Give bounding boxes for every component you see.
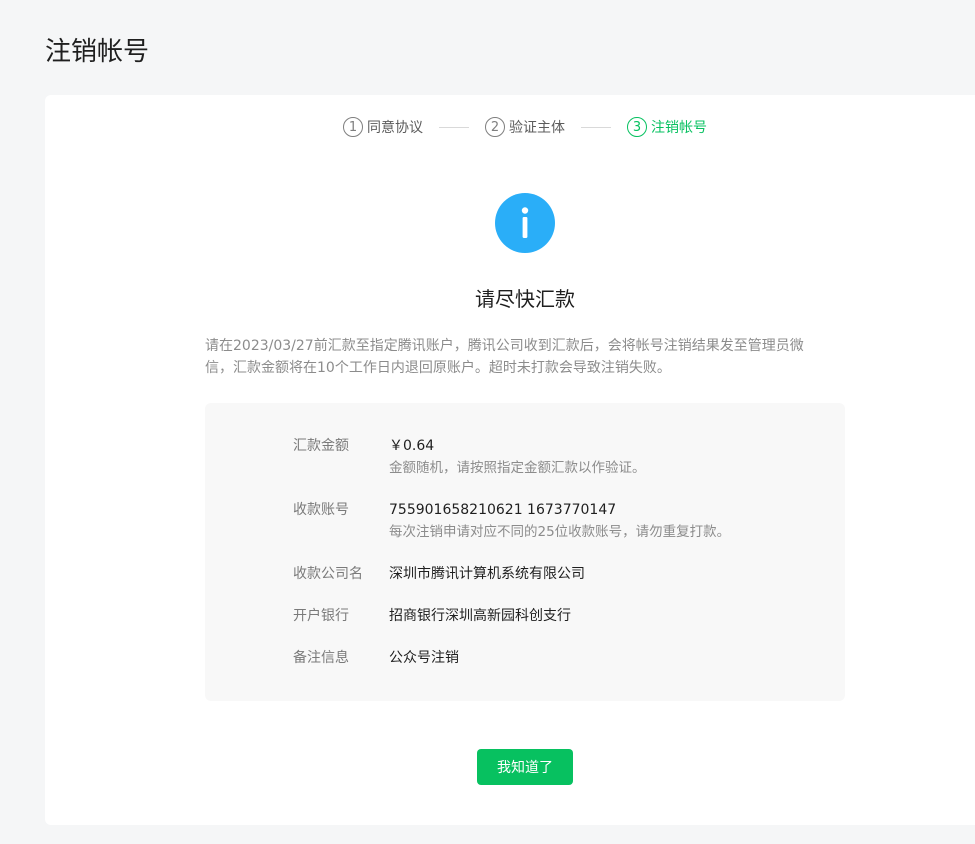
- step-cancel-account: 3 注销帐号: [627, 117, 707, 137]
- step-number: 1: [343, 117, 363, 137]
- result-headline: 请尽快汇款: [475, 287, 575, 311]
- detail-label: 收款公司名: [293, 566, 363, 582]
- detail-label: 开户银行: [293, 608, 349, 624]
- page-title: 注销帐号: [45, 37, 150, 67]
- detail-label: 备注信息: [293, 650, 349, 666]
- info-icon: [495, 193, 555, 253]
- detail-hint: 金额随机，请按照指定金额汇款以作验证。: [389, 460, 646, 476]
- step-agree: 1 同意协议: [343, 117, 423, 137]
- confirm-button[interactable]: 我知道了: [477, 749, 573, 785]
- detail-row-bank: 开户银行 招商银行深圳高新园科创支行: [205, 605, 845, 627]
- detail-label: 收款账号: [293, 502, 349, 518]
- step-number: 3: [627, 117, 647, 137]
- detail-value: 755901658210621 1673770147: [389, 502, 617, 518]
- detail-row-account: 收款账号 755901658210621 1673770147 每次注销申请对应…: [205, 499, 845, 543]
- step-indicator: 1 同意协议 2 验证主体 3 注销帐号: [45, 117, 975, 137]
- detail-value: 招商银行深圳高新园科创支行: [389, 608, 571, 624]
- step-verify: 2 验证主体: [485, 117, 565, 137]
- remittance-details: 汇款金额 ￥0.64 金额随机，请按照指定金额汇款以作验证。 收款账号 7559…: [205, 403, 845, 701]
- step-label: 注销帐号: [651, 120, 707, 136]
- step-label: 验证主体: [509, 120, 565, 136]
- main-card: 1 同意协议 2 验证主体 3 注销帐号 请尽快汇款 请在2023/03/27前…: [45, 95, 975, 825]
- detail-value: 公众号注销: [389, 650, 459, 666]
- detail-value: 深圳市腾讯计算机系统有限公司: [389, 566, 585, 582]
- step-number: 2: [485, 117, 505, 137]
- step-label: 同意协议: [367, 120, 423, 136]
- detail-row-company: 收款公司名 深圳市腾讯计算机系统有限公司: [205, 563, 845, 585]
- result-description: 请在2023/03/27前汇款至指定腾讯账户，腾讯公司收到汇款后，会将帐号注销结…: [205, 338, 804, 376]
- detail-label: 汇款金额: [293, 438, 349, 454]
- step-divider: [581, 126, 611, 128]
- detail-row-amount: 汇款金额 ￥0.64 金额随机，请按照指定金额汇款以作验证。: [205, 435, 845, 479]
- step-divider: [439, 126, 469, 128]
- detail-hint: 每次注销申请对应不同的25位收款账号，请勿重复打款。: [389, 524, 731, 540]
- detail-value: ￥0.64: [389, 438, 435, 454]
- detail-row-remark: 备注信息 公众号注销: [205, 647, 845, 669]
